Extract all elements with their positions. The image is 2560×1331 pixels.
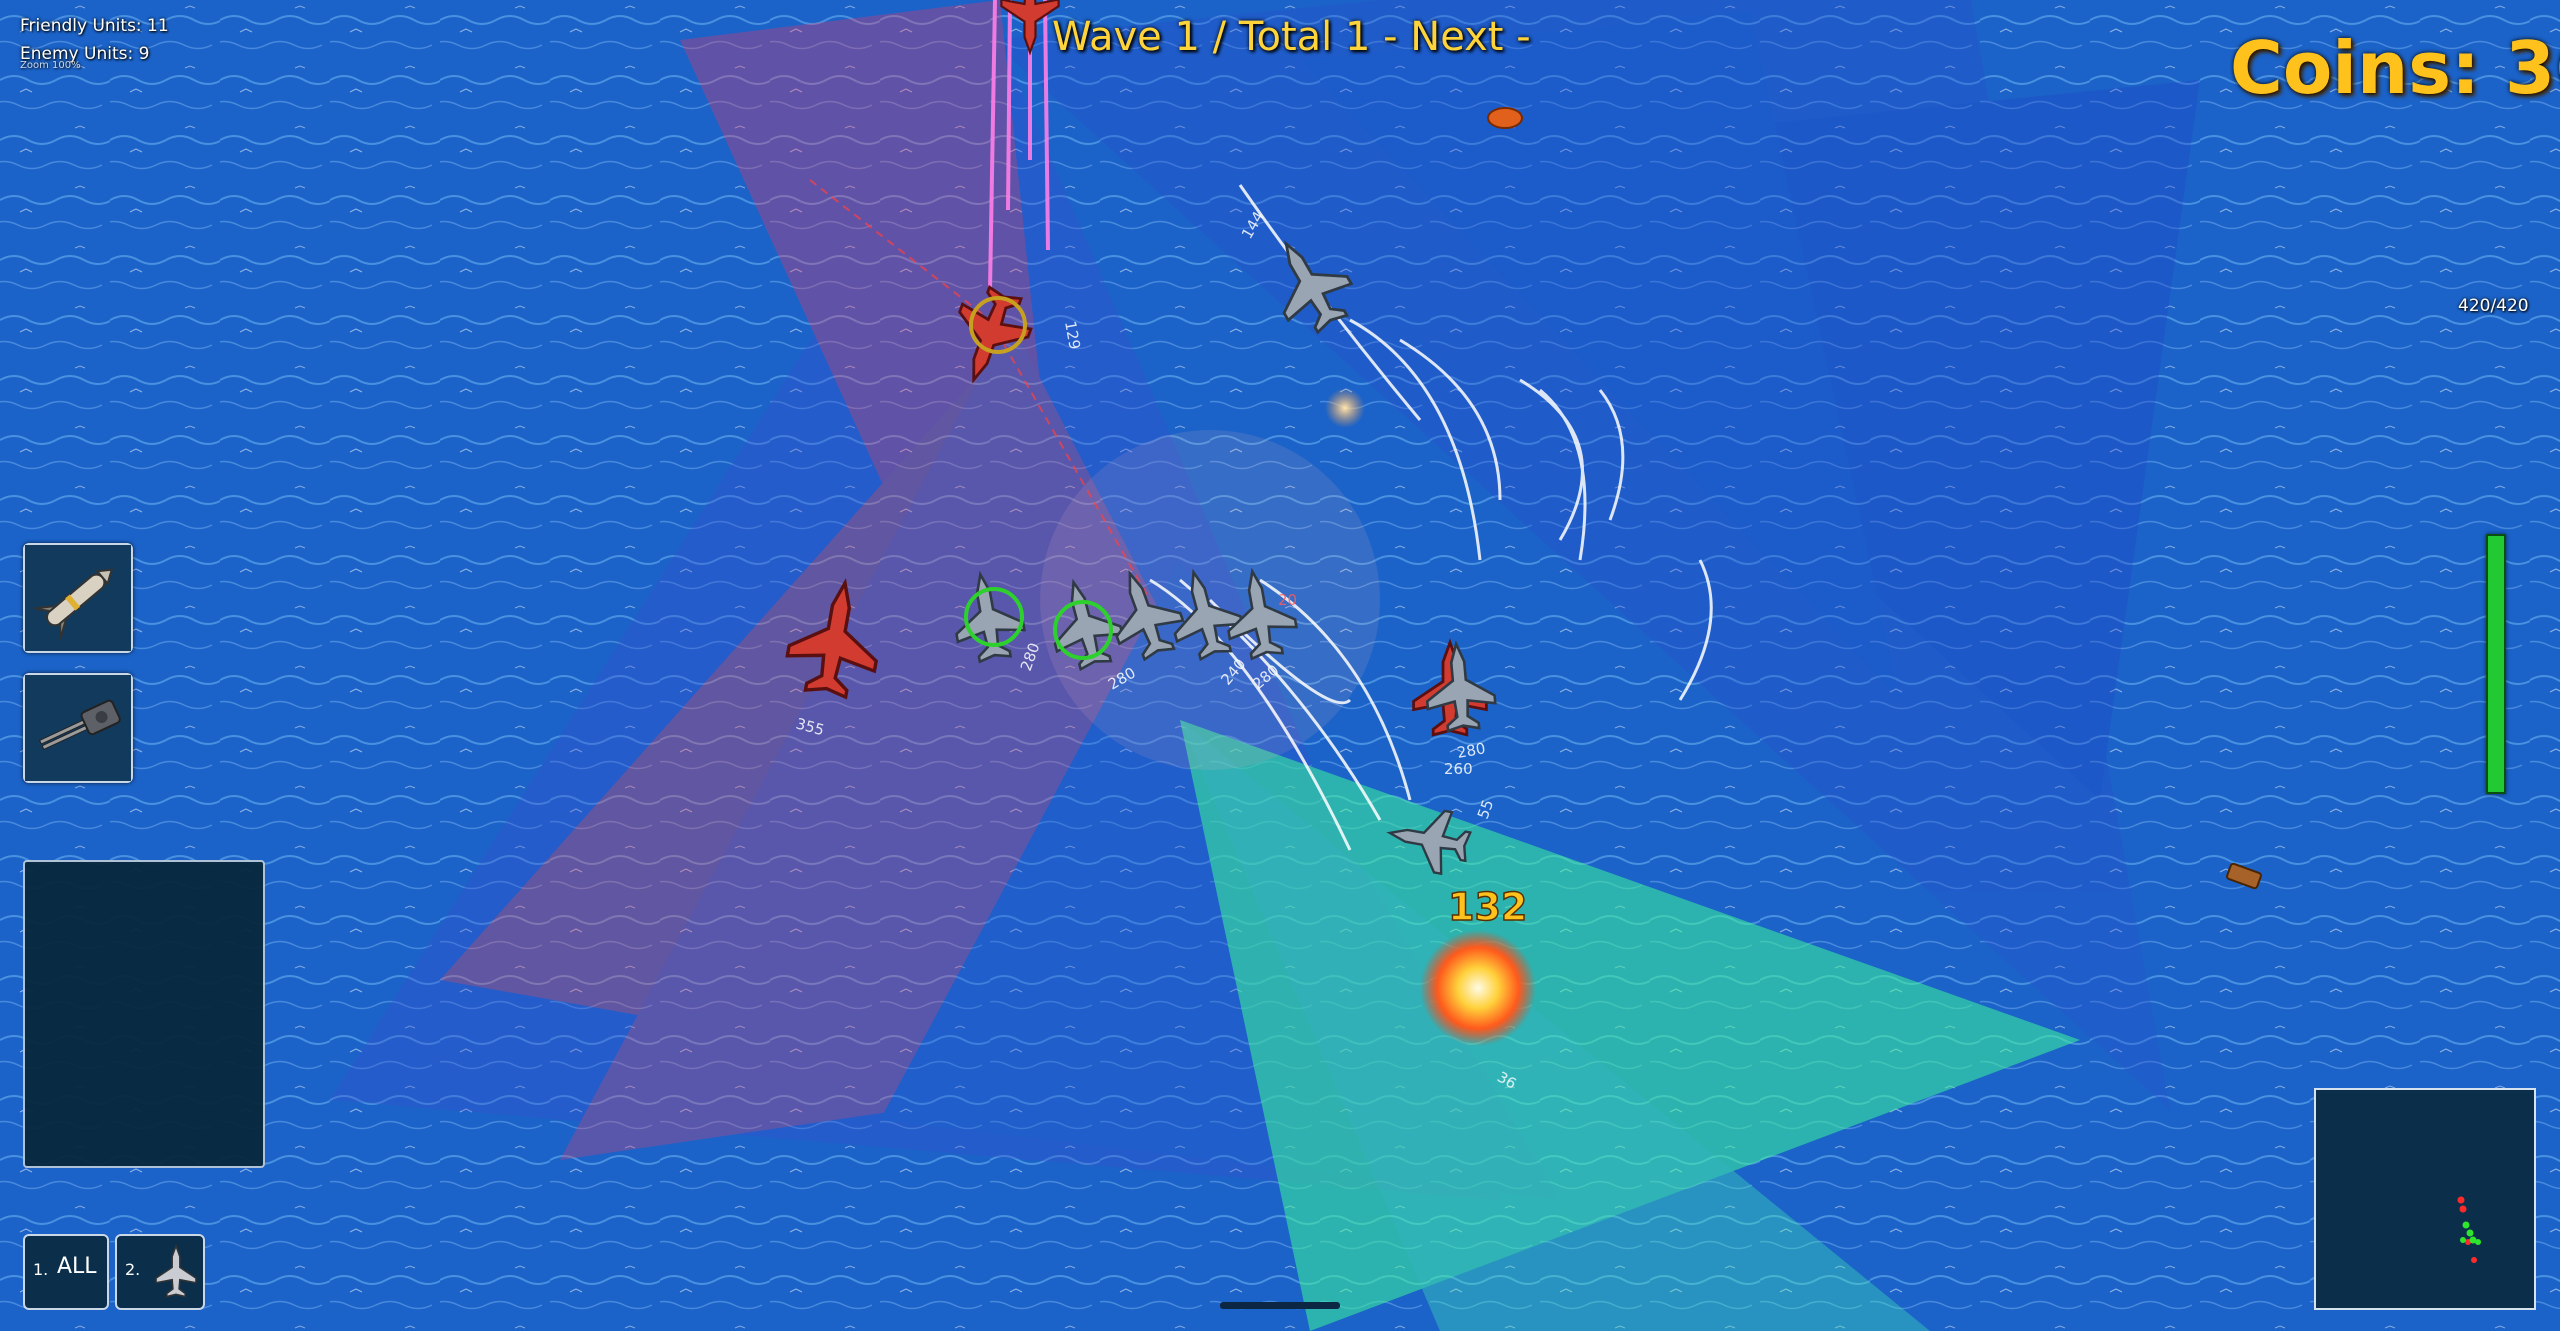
group-all-button[interactable]: 1. ALL xyxy=(23,1234,109,1310)
group-2-button[interactable]: 2. xyxy=(115,1234,205,1310)
minimap-canvas xyxy=(2457,1196,2481,1263)
battlefield[interactable]: 129 144 355 280 280 280 280 240 260 20 5… xyxy=(0,0,2560,1331)
jet-icon xyxy=(155,1245,197,1298)
unit-label: 20 xyxy=(1278,591,1297,609)
unit-label: 260 xyxy=(1444,760,1473,778)
gatling-turret-slot[interactable] xyxy=(23,673,133,783)
group-all-label: ALL xyxy=(57,1254,97,1279)
friendly-units-count: Friendly Units: 11 xyxy=(20,16,169,36)
group-number: 1. xyxy=(33,1260,49,1279)
hp-readout: 420/420 xyxy=(2458,296,2529,316)
energy-bar xyxy=(2486,534,2506,794)
wave-indicator: Wave 1 / Total 1 - Next - xyxy=(1052,14,1531,60)
explosion xyxy=(1420,930,1536,1046)
info-panel xyxy=(23,860,265,1168)
damage-popup: 132 xyxy=(1448,885,1527,929)
flare xyxy=(1325,388,1365,428)
gatling-turret-icon xyxy=(25,675,131,781)
missile-unit-slot[interactable] xyxy=(23,543,133,653)
minimap[interactable] xyxy=(2314,1088,2536,1310)
missile-unit-icon xyxy=(25,545,131,651)
horizontal-scrollbar[interactable] xyxy=(1220,1302,1340,1309)
group-number: 2. xyxy=(125,1260,141,1279)
zoom-level: Zoom 100% xyxy=(20,60,81,71)
coins-counter: Coins: 363 xyxy=(2230,26,2560,110)
